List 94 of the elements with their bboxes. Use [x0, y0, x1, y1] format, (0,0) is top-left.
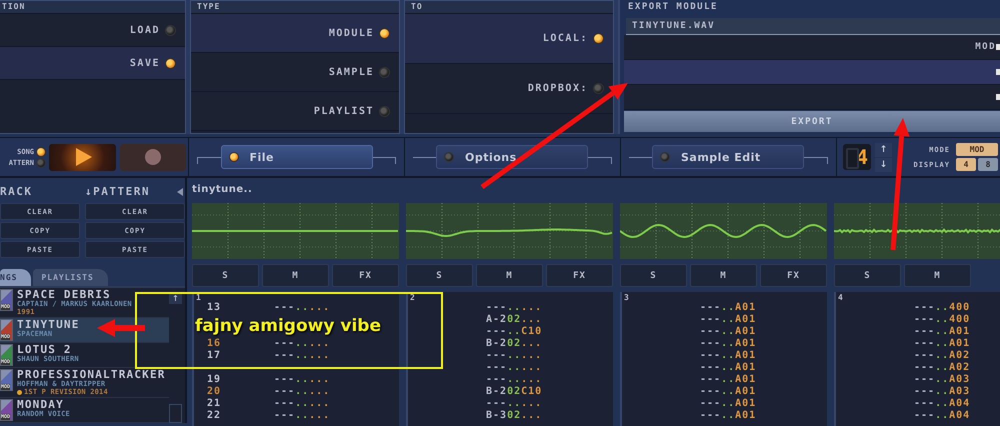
collapse-icon[interactable] — [177, 188, 183, 196]
row-number: 21 — [207, 398, 222, 409]
row-number: 17 — [207, 350, 222, 361]
pattern-cell: ---..... — [274, 386, 330, 398]
pattern-cell: ---..A01 — [700, 350, 756, 362]
pattern-cell: ---..A01 — [700, 386, 756, 398]
pattern-cell: ---..... — [274, 338, 330, 350]
channel-number: 1 — [196, 293, 201, 302]
pattern-cell: ---..A04 — [914, 398, 970, 410]
display-button[interactable]: 4 — [956, 158, 976, 171]
record-icon — [144, 148, 162, 166]
annotation-text: fajny amigowy vibe — [195, 317, 381, 335]
pattern-cell: ---..A03 — [914, 386, 970, 398]
pattern-cell: ---..... — [274, 410, 330, 422]
channel-button[interactable]: S — [406, 264, 473, 287]
channel-button[interactable]: FX — [546, 264, 613, 287]
song-title: SPACE DEBRIS — [17, 289, 111, 300]
channel-button[interactable]: M — [904, 264, 971, 287]
pattern-cell: A-202... — [486, 314, 542, 326]
column-title: RACK — [0, 184, 32, 200]
channel-button[interactable]: M — [690, 264, 757, 287]
pattern-cell: ---..... — [486, 398, 542, 410]
pattern-cell: ---..A01 — [914, 326, 970, 338]
library-tab[interactable]: PLAYLISTS — [33, 268, 108, 286]
pattern-cell: ---..A02 — [914, 362, 970, 374]
pattern-cell: ---..C10 — [486, 326, 542, 338]
pattern-cell: B-302... — [486, 410, 542, 422]
song-title: TINYTUNE — [17, 319, 80, 330]
channel-button[interactable]: FX — [332, 264, 399, 287]
pattern-cell: ---..400 — [914, 314, 970, 326]
row-number: 13 — [207, 302, 222, 313]
play-button[interactable] — [49, 144, 116, 170]
channel-number: 4 — [838, 293, 843, 302]
pattern-cell: ---..... — [486, 302, 542, 314]
channel-number: 3 — [624, 293, 629, 302]
display-button[interactable]: 8 — [978, 158, 998, 171]
pattern-cell: ---..... — [486, 374, 542, 386]
song-title: LOTUS 2 — [17, 344, 72, 355]
pattern-cell: ---..A01 — [700, 374, 756, 386]
filename-field[interactable]: TINYTUNE.WAV — [626, 18, 1000, 35]
channel-button[interactable]: S — [620, 264, 687, 287]
channel-button[interactable]: FX — [760, 264, 827, 287]
pattern-cell: ---..400 — [914, 302, 970, 314]
pattern-cell: ---..... — [274, 398, 330, 410]
radio-option[interactable]: LOCAL: — [405, 14, 613, 64]
pattern-cell: ---..... — [274, 374, 330, 386]
pattern-cell: ---..A02 — [914, 350, 970, 362]
mode-button[interactable]: MOD — [956, 143, 998, 156]
panel-header: TO — [405, 1, 613, 14]
radio-option[interactable]: SAVE — [0, 47, 185, 80]
radio-option[interactable] — [624, 60, 1000, 85]
pattern-cell: ---..... — [274, 350, 330, 362]
pattern-cell: B-202C10 — [486, 386, 542, 398]
library-tab[interactable]: NGS — [0, 268, 32, 286]
song-title: MONDAY — [17, 399, 64, 410]
pattern-cell: ---..A01 — [700, 410, 756, 422]
pattern-cell: ---..A04 — [914, 410, 970, 422]
channel-number: 2 — [410, 293, 415, 302]
pattern-cell: ---..... — [486, 362, 542, 374]
channel-button[interactable]: S — [192, 264, 259, 287]
channel-button[interactable]: S — [834, 264, 901, 287]
radio-option[interactable] — [624, 85, 1000, 110]
pattern-cell: ---..A01 — [700, 338, 756, 350]
pattern-cell: ---..A01 — [700, 302, 756, 314]
radio-option[interactable]: MOD — [624, 35, 1000, 60]
pattern-cell: ---..A01 — [914, 338, 970, 350]
row-number: 22 — [207, 410, 222, 421]
pattern-cell: ---..... — [274, 302, 330, 314]
panel-header: TION — [0, 1, 185, 14]
pattern-cell: ---..A01 — [700, 398, 756, 410]
row-number: 19 — [207, 374, 222, 385]
pattern-cell: ---..A03 — [914, 374, 970, 386]
column-title: ↓PATTERN — [85, 184, 150, 200]
nav-tab[interactable]: Options — [436, 145, 588, 169]
song-title: tinytune.. — [191, 183, 254, 197]
pattern-cell: ---..A01 — [700, 326, 756, 338]
panel-header: TYPE — [191, 1, 399, 14]
pattern-cell: ---..... — [486, 350, 542, 362]
row-number: 16 — [207, 338, 222, 349]
pattern-cell: B-202... — [486, 338, 542, 350]
nav-tab[interactable]: Sample Edit — [652, 145, 804, 169]
decrement-button[interactable]: ↓ — [875, 158, 892, 172]
panel-title: EXPORT MODULE — [627, 1, 719, 14]
increment-button[interactable]: ↑ — [875, 142, 892, 156]
scrollbar[interactable] — [169, 404, 182, 423]
row-number: 20 — [207, 386, 222, 397]
pattern-cell: ---..A01 — [700, 314, 756, 326]
annotation-arrow — [97, 319, 145, 337]
pattern-cell: ---..A01 — [700, 362, 756, 374]
song-title: PROFESSIONALTRACKER — [17, 369, 166, 380]
channel-button[interactable]: M — [262, 264, 329, 287]
channel-button[interactable]: M — [476, 264, 543, 287]
radio-option[interactable]: MODULE — [191, 14, 399, 53]
nav-tab[interactable]: File — [220, 145, 372, 169]
